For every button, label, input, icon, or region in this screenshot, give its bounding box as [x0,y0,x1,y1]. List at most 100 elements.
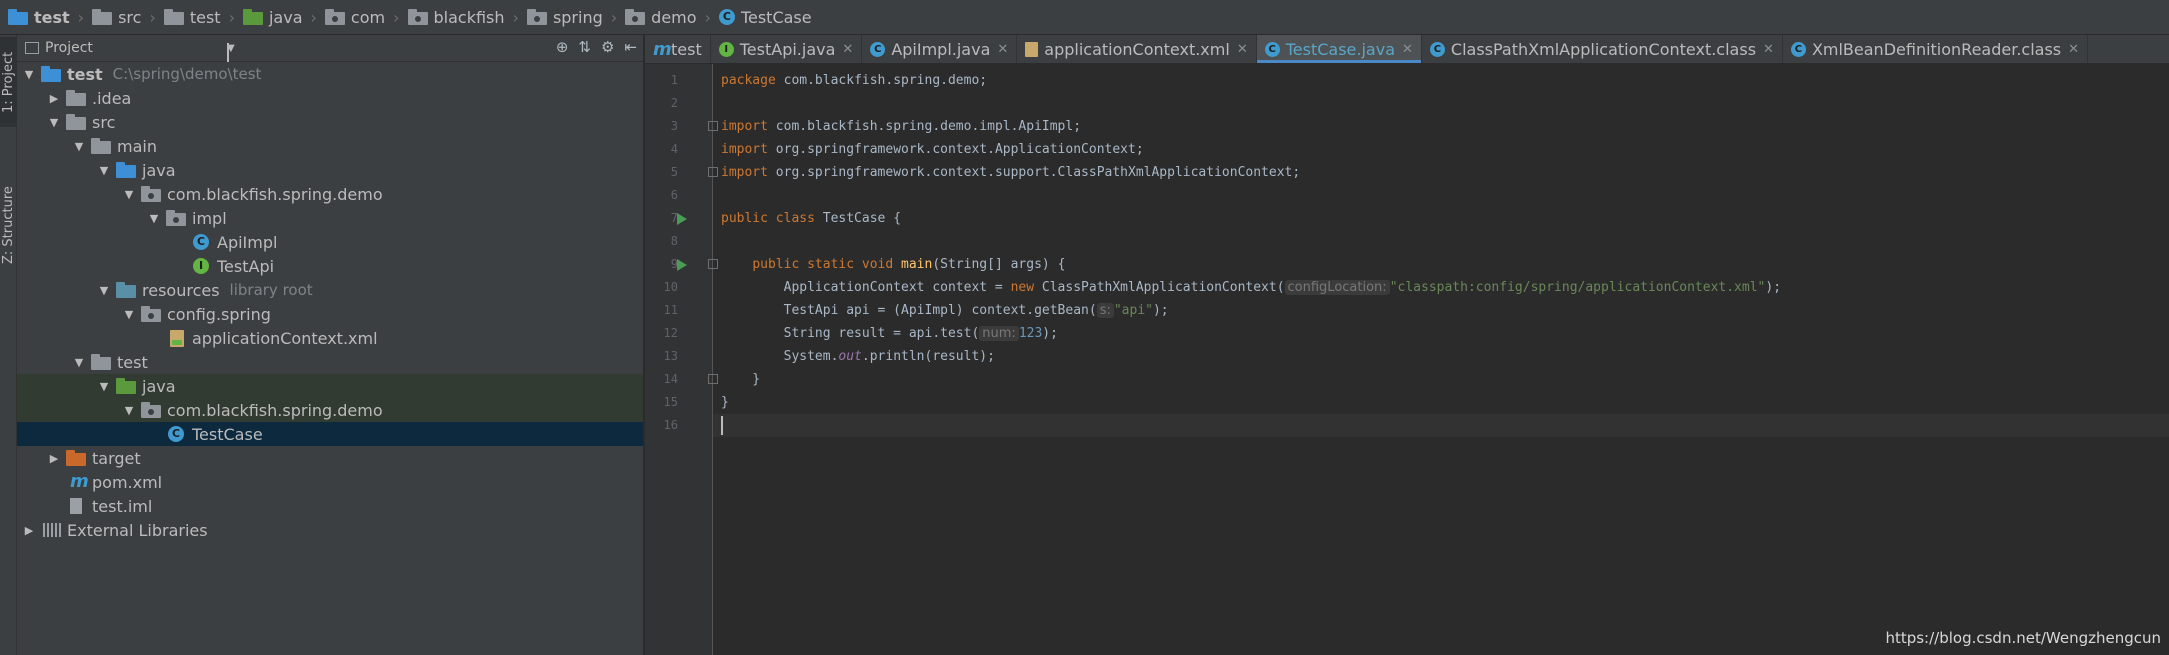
collapse-all-icon[interactable]: ⇅ [578,38,591,56]
editor-gutter: 1 2 3 4 5 6 7 8 9 10 11 12 13 14 15 16 [645,64,718,655]
code-line[interactable]: System.out.println(result); [713,345,2169,368]
code-line[interactable]: import com.blackfish.spring.demo.impl.Ap… [713,115,2169,138]
collapsed-arrow-icon[interactable]: ▶ [21,524,37,537]
expanded-arrow-icon[interactable]: ▼ [96,284,112,297]
gutter-line: 4 [645,138,712,161]
expanded-arrow-icon[interactable]: ▼ [46,116,62,129]
editor-tab[interactable]: C ClassPathXmlApplicationContext.class ✕ [1422,35,1783,63]
tree-node[interactable]: C TestCase [17,422,643,446]
editor-tab[interactable]: applicationContext.xml ✕ [1017,35,1257,63]
tree-node[interactable]: ▼ com.blackfish.spring.demo [17,182,643,206]
tree-node[interactable]: ▼ java [17,374,643,398]
code-line[interactable] [713,414,2169,437]
breadcrumb-item[interactable]: demo [621,8,700,27]
code-line[interactable]: ApplicationContext context = new ClassPa… [713,276,2169,299]
code-line[interactable]: } [713,368,2169,391]
collapsed-arrow-icon[interactable]: ▶ [46,452,62,465]
tree-node[interactable]: ▼ main [17,134,643,158]
close-icon[interactable]: ✕ [2068,42,2079,57]
close-icon[interactable]: ✕ [1237,42,1248,57]
gutter-line: 8 [645,230,712,253]
expanded-arrow-icon[interactable]: ▼ [121,188,137,201]
project-view-selector[interactable]: Project [45,40,93,56]
code-line[interactable]: import org.springframework.context.Appli… [713,138,2169,161]
code-line[interactable] [713,92,2169,115]
code-line[interactable] [713,230,2169,253]
breadcrumb-item[interactable]: C TestCase [715,8,816,27]
folder-icon [66,113,86,130]
tree-node[interactable]: ▶ External Libraries [17,518,643,542]
gutter-line: 14 [645,368,718,391]
gear-icon[interactable]: ⚙ [601,38,614,56]
editor-tab[interactable]: I TestApi.java ✕ [711,35,863,63]
run-icon[interactable] [677,213,687,225]
expanded-arrow-icon[interactable]: ▼ [71,356,87,369]
tree-node[interactable]: ▶ .idea [17,86,643,110]
expanded-arrow-icon[interactable]: ▼ [121,404,137,417]
breadcrumb-item[interactable]: java [239,8,307,27]
breadcrumb-item[interactable]: spring [523,8,607,27]
breadcrumb-item[interactable]: blackfish [404,8,509,27]
locate-file-icon[interactable]: ⊕ [556,38,569,56]
editor-tab[interactable]: m test [645,35,711,63]
project-tool-tab[interactable]: 1: Project [0,37,17,127]
editor-tab[interactable]: C XmlBeanDefinitionReader.class ✕ [1783,35,2089,63]
tree-node[interactable]: ▼ com.blackfish.spring.demo [17,398,643,422]
close-icon[interactable]: ✕ [1402,42,1413,57]
line-number: 13 [663,349,678,363]
code-line[interactable] [713,184,2169,207]
collapsed-arrow-icon[interactable]: ▶ [46,92,62,105]
code-line[interactable]: TestApi api = (ApiImpl) context.getBean(… [713,299,2169,322]
run-icon[interactable] [677,259,687,271]
tree-node[interactable]: I TestApi [17,254,643,278]
code-token: "classpath:config/spring/applicationCont… [1389,280,1766,295]
tree-node-label: impl [192,208,227,228]
tree-node[interactable]: ▼ test C:\spring\demo\test [17,62,643,86]
code-token: com.blackfish.spring.demo.impl.ApiImpl; [767,119,1082,134]
expanded-arrow-icon[interactable]: ▼ [96,164,112,177]
tree-node[interactable]: ▼ src [17,110,643,134]
editor-tab[interactable]: C TestCase.java ✕ [1256,35,1422,63]
expanded-arrow-icon[interactable]: ▼ [21,68,37,81]
code-area[interactable]: package com.blackfish.spring.demo; import… [713,64,2169,655]
code-line[interactable]: String result = api.test(num: 123); [713,322,2169,345]
code-text [721,414,723,437]
expanded-arrow-icon[interactable]: ▼ [96,380,112,393]
breadcrumb-item[interactable]: com [321,8,389,27]
code-line[interactable]: package com.blackfish.spring.demo; [713,69,2169,92]
tree-node[interactable]: test.iml [17,494,643,518]
tree-node[interactable]: m pom.xml [17,470,643,494]
editor-area: m test I TestApi.java ✕ C ApiImpl.java ✕ applica… [645,35,2169,655]
hide-panel-icon[interactable]: ⇤ [624,38,637,56]
editor-tabs: m test I TestApi.java ✕ C ApiImpl.java ✕ applica… [645,35,2169,64]
project-panel: Project ▼ ⊕ ⇅ ⚙ ⇤ ▼ test C:\spring\demo\te… [17,35,644,655]
tree-node[interactable]: ▼ config.spring [17,302,643,326]
expanded-arrow-icon[interactable]: ▼ [146,212,162,225]
tree-node[interactable]: ▶ target [17,446,643,470]
tree-node[interactable]: ▼ resources library root [17,278,643,302]
structure-tool-tab[interactable]: Z: Structure [0,155,17,295]
code-line[interactable]: public class TestCase { [713,207,2169,230]
editor-tab[interactable]: C ApiImpl.java ✕ [862,35,1018,63]
editor-tab-label: applicationContext.xml [1044,39,1230,59]
code-line[interactable]: } [713,391,2169,414]
breadcrumb-item[interactable]: test [160,8,225,27]
package-icon [324,8,345,25]
close-icon[interactable]: ✕ [842,42,853,57]
breadcrumb-item[interactable]: src [88,8,145,27]
expanded-arrow-icon[interactable]: ▼ [121,308,137,321]
chevron-down-icon[interactable]: ▼ [227,43,235,62]
close-icon[interactable]: ✕ [997,42,1008,57]
code-line[interactable]: public static void main(String[] args) { [713,253,2169,276]
code-token: org.springframework.context.support.Clas… [767,165,1301,180]
class-icon: C [168,426,184,442]
tree-node[interactable]: C ApiImpl [17,230,643,254]
close-icon[interactable]: ✕ [1763,42,1774,57]
tree-node[interactable]: applicationContext.xml [17,326,643,350]
tree-node[interactable]: ▼ java [17,158,643,182]
expanded-arrow-icon[interactable]: ▼ [71,140,87,153]
breadcrumb-item[interactable]: test [4,8,74,27]
tree-node[interactable]: ▼ impl [17,206,643,230]
tree-node[interactable]: ▼ test [17,350,643,374]
code-line[interactable]: import org.springframework.context.suppo… [713,161,2169,184]
